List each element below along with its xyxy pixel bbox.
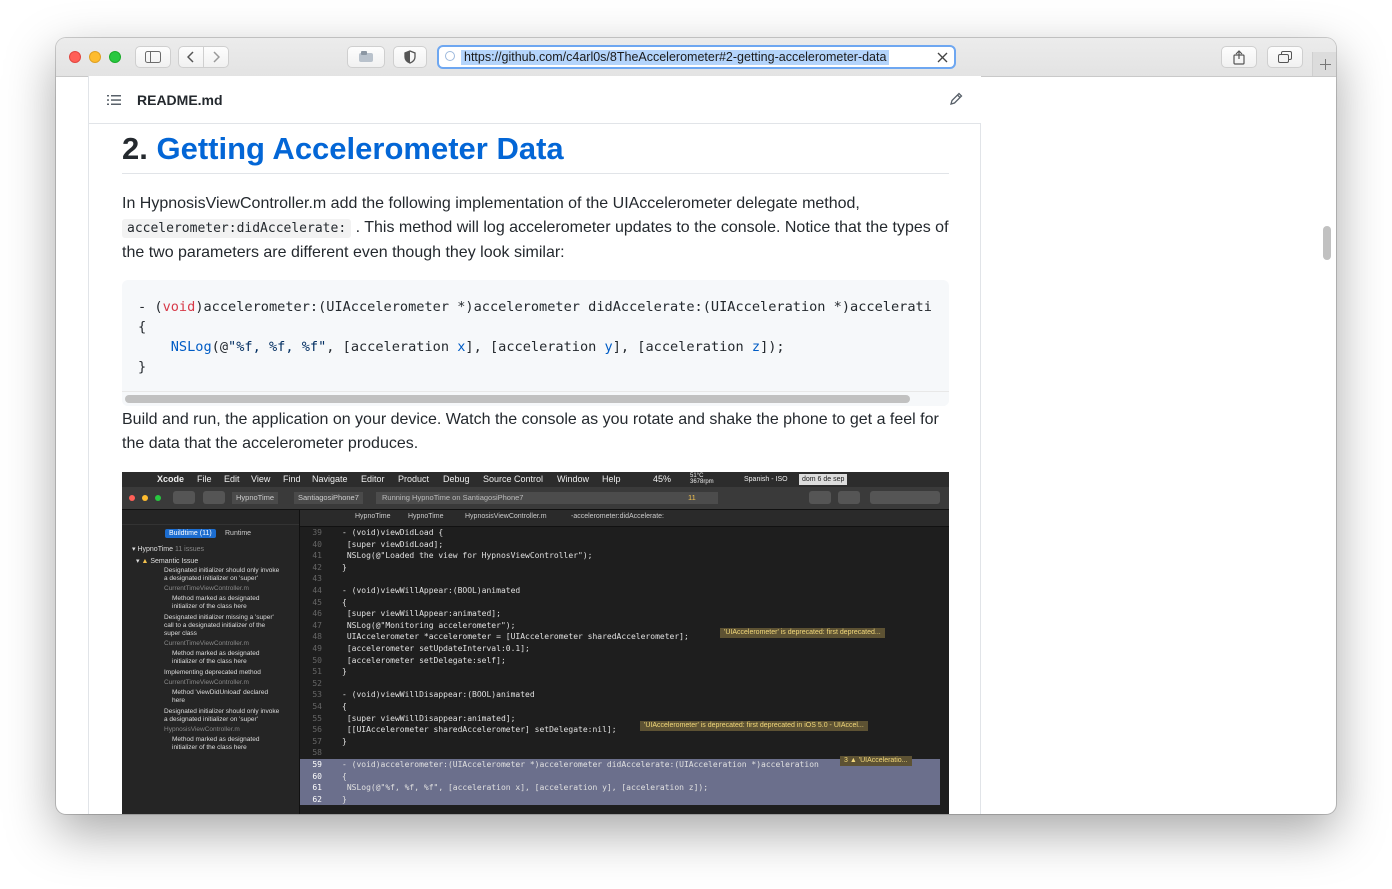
code-line: 52: [312, 678, 322, 688]
macos-menubar: Xcode File Edit View Find Navigate Edito…: [122, 472, 949, 487]
intro-paragraph: In HypnosisViewController.m add the foll…: [122, 192, 949, 265]
share-icon: [1233, 49, 1245, 65]
tab-overview-button[interactable]: [1267, 46, 1303, 68]
code-line: 51}: [312, 667, 347, 677]
zoom-window-button[interactable]: [109, 51, 121, 63]
deprecation-warning: 'UIAccelerometer' is deprecated: first d…: [640, 721, 868, 731]
section-heading: 2. Getting Accelerometer Data: [122, 129, 949, 174]
issue-list: Designated initializer should only invok…: [164, 567, 280, 751]
browser-toolbar: https://github.com/c4arl0s/8TheAccelerom…: [56, 38, 1336, 77]
code-lines: 39- (void)viewDidLoad { 40 [super viewDid…: [300, 527, 949, 814]
code-line: 46 [super viewWillAppear:animated];: [312, 609, 501, 619]
deprecation-warning: 'UIAccelerometer' is deprecated: first d…: [720, 628, 885, 638]
heading-number: 2.: [122, 131, 148, 166]
scroll-thumb[interactable]: [125, 395, 910, 403]
code-line: 57}: [312, 736, 347, 746]
tabs-icon: [1278, 51, 1292, 63]
readme-header: README.md: [89, 76, 981, 124]
code-line: 44- (void)viewWillAppear:(BOOL)animated: [312, 586, 521, 595]
inline-code: accelerometer:didAccelerate:: [122, 219, 352, 238]
deprecation-warning: 3 ▲ 'UIAcceleratio...: [840, 756, 912, 766]
jump-bar: HypnoTime HypnoTime HypnosisViewControll…: [300, 510, 949, 527]
new-tab-button[interactable]: [1312, 52, 1336, 76]
chevron-right-icon: [213, 51, 220, 63]
code-content: - (void)accelerometer:(UIAccelerometer *…: [138, 299, 932, 375]
code-line: 41 NSLog(@"Loaded the view for HypnosVie…: [312, 551, 593, 561]
code-line: 53- (void)viewWillDisappear:(BOOL)animat…: [312, 690, 535, 700]
code-line: 50 [accelerometer setDelegate:self];: [312, 655, 506, 665]
stop-icon: [203, 491, 225, 504]
minimize-window-button[interactable]: [89, 51, 101, 63]
heading-anchor-link[interactable]: Getting Accelerometer Data: [156, 131, 563, 166]
pencil-icon[interactable]: [949, 92, 963, 106]
code-editor: HypnoTime HypnoTime HypnosisViewControll…: [300, 510, 949, 814]
sidebar-toggle-button[interactable]: [135, 46, 171, 68]
chevron-left-icon: [187, 51, 194, 63]
share-button[interactable]: [1221, 46, 1257, 68]
address-bar[interactable]: https://github.com/c4arl0s/8TheAccelerom…: [437, 45, 956, 69]
shield-icon: [404, 50, 416, 64]
xcode-toolbar: HypnoTime SantiagosiPhone7 Running Hypno…: [122, 487, 949, 510]
extension-icon: [359, 51, 373, 62]
code-line: 54{: [312, 702, 347, 711]
code-line: 60{: [300, 770, 940, 783]
code-line: 42}: [312, 562, 347, 572]
code-horizontal-scrollbar[interactable]: [122, 391, 949, 406]
sidebar-icon: [145, 51, 161, 63]
back-button[interactable]: [178, 46, 204, 68]
run-icon: [173, 491, 195, 504]
code-line: 39- (void)viewDidLoad {: [312, 528, 444, 537]
forward-button[interactable]: [203, 46, 229, 68]
code-line: 45{: [312, 597, 347, 607]
readme-filename: README.md: [137, 92, 223, 108]
clear-url-icon[interactable]: [937, 52, 948, 63]
table-of-contents-icon[interactable]: [107, 94, 121, 106]
xcode-screenshot: Xcode File Edit View Find Navigate Edito…: [122, 472, 949, 814]
close-window-button[interactable]: [69, 51, 81, 63]
extension-button[interactable]: [347, 46, 385, 68]
page-scrollbar[interactable]: [1323, 226, 1331, 260]
code-line: 40 [super viewDidLoad];: [312, 539, 444, 549]
readme-panel: README.md 2. Getting Accelerometer Data …: [88, 76, 981, 814]
code-block: - (void)accelerometer:(UIAccelerometer *…: [122, 280, 949, 406]
code-line: 43: [312, 574, 322, 584]
build-paragraph: Build and run, the application on your d…: [122, 411, 939, 452]
plus-icon: [1319, 58, 1331, 70]
browser-window: https://github.com/c4arl0s/8TheAccelerom…: [56, 38, 1336, 814]
code-line: 61 NSLog(@"%f, %f, %f", [acceleration x]…: [300, 782, 940, 794]
code-line: 49 [accelerometer setUpdateInterval:0.1]…: [312, 644, 530, 653]
url-text[interactable]: https://github.com/c4arl0s/8TheAccelerom…: [461, 50, 890, 65]
intro-text-part1: In HypnosisViewController.m add the foll…: [122, 195, 860, 212]
globe-icon: [445, 51, 455, 61]
code-line: 62}: [300, 793, 940, 806]
issue-navigator: Buildtime (11) Runtime ▾ HypnoTime 11 is…: [122, 510, 300, 814]
privacy-report-button[interactable]: [393, 46, 427, 68]
